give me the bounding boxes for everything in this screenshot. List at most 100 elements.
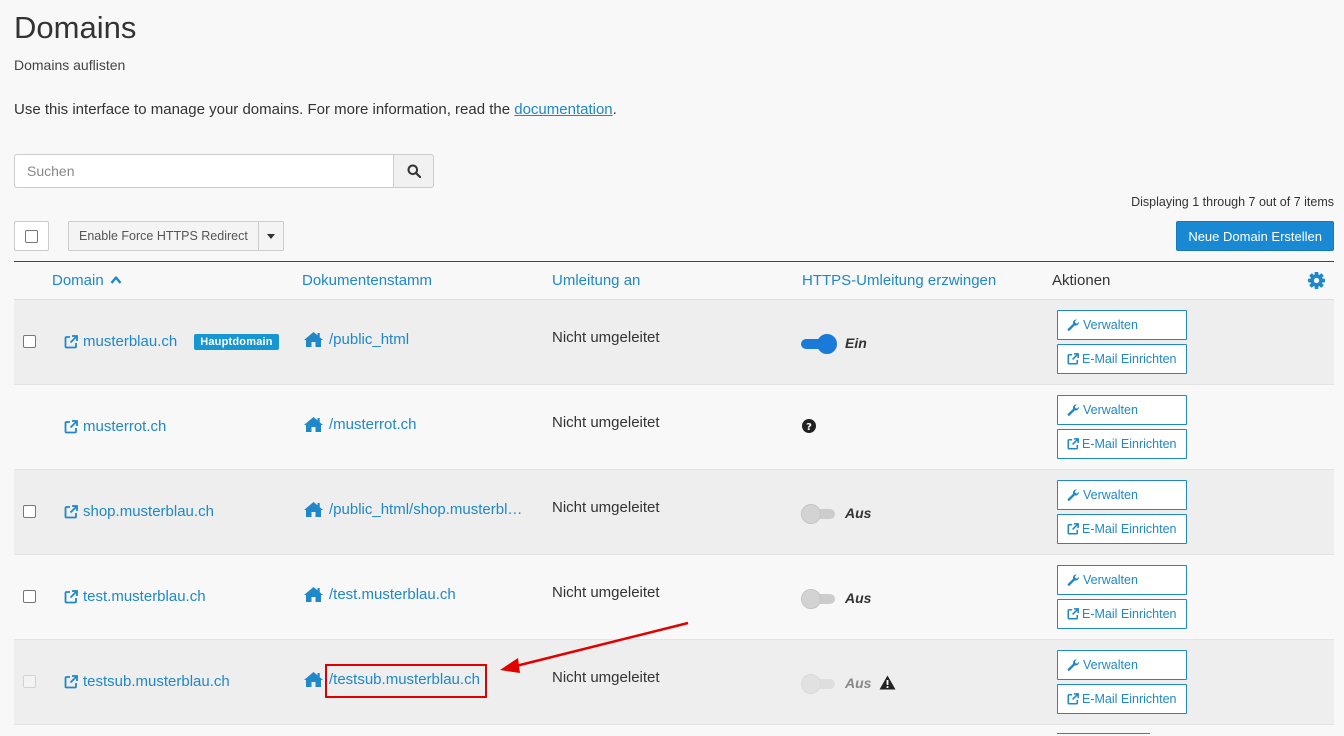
column-header-https[interactable]: HTTPS-Umleitung erzwingen bbox=[802, 272, 996, 289]
column-header-redirect[interactable]: Umleitung an bbox=[552, 272, 640, 289]
table-header: Domain Dokumentenstamm Umleitung an HTTP… bbox=[14, 262, 1334, 300]
row-checkbox[interactable] bbox=[23, 335, 36, 352]
domain-name: test.musterblau.ch bbox=[83, 588, 206, 605]
create-domain-button[interactable]: Neue Domain Erstellen bbox=[1176, 221, 1334, 251]
manage-button[interactable]: Verwalten bbox=[1057, 565, 1188, 595]
manage-label: Verwalten bbox=[1083, 403, 1138, 417]
domain-link[interactable]: musterblau.ch Hauptdomain bbox=[64, 333, 279, 350]
column-header-docroot[interactable]: Dokumentenstamm bbox=[302, 272, 432, 289]
manage-label: Verwalten bbox=[1083, 658, 1138, 672]
wrench-icon bbox=[1067, 488, 1080, 501]
select-all-check[interactable] bbox=[25, 229, 38, 243]
external-link-icon bbox=[64, 419, 78, 433]
row-checkbox bbox=[23, 675, 36, 692]
domain-link[interactable]: test.musterblau.ch bbox=[64, 588, 206, 605]
intro-text-end: . bbox=[612, 101, 617, 118]
home-icon bbox=[304, 672, 323, 687]
search-bar bbox=[14, 154, 434, 188]
manage-label: Verwalten bbox=[1083, 318, 1138, 332]
docroot-path: /musterrot.ch bbox=[329, 416, 417, 433]
redirect-status: Nicht umgeleitet bbox=[552, 329, 660, 346]
row-check[interactable] bbox=[23, 590, 36, 603]
row-checkbox[interactable] bbox=[23, 505, 36, 522]
external-link-icon bbox=[64, 674, 78, 688]
https-redirect-state: Aus bbox=[845, 504, 872, 521]
row-check[interactable] bbox=[23, 505, 36, 518]
https-redirect-cell: ? bbox=[802, 419, 816, 433]
manage-button[interactable]: Verwalten bbox=[1057, 395, 1188, 425]
search-input[interactable] bbox=[14, 154, 394, 188]
home-icon bbox=[304, 332, 323, 347]
manage-button[interactable]: Verwalten bbox=[1057, 310, 1188, 340]
https-redirect-toggle[interactable] bbox=[801, 504, 837, 524]
domain-name: shop.musterblau.ch bbox=[83, 503, 214, 520]
manage-button[interactable]: Verwalten bbox=[1057, 650, 1188, 680]
search-icon bbox=[407, 164, 421, 178]
https-redirect-cell: Aus bbox=[801, 589, 871, 609]
email-setup-button[interactable]: E-Mail Einrichten bbox=[1057, 514, 1188, 544]
docroot-link[interactable]: /test.musterblau.ch bbox=[303, 586, 456, 603]
docroot-link[interactable]: /musterrot.ch bbox=[303, 416, 417, 433]
wrench-icon bbox=[1067, 573, 1080, 586]
column-header-domain-label: Domain bbox=[52, 272, 104, 289]
wrench-icon bbox=[1067, 658, 1080, 671]
select-all-checkbox[interactable] bbox=[14, 221, 49, 251]
email-setup-button[interactable]: E-Mail Einrichten bbox=[1057, 429, 1188, 459]
table-row: musterblau.ch Hauptdomain /public_html N… bbox=[14, 300, 1334, 385]
email-setup-label: E-Mail Einrichten bbox=[1082, 522, 1177, 536]
https-redirect-toggle[interactable] bbox=[801, 334, 837, 354]
https-redirect-toggle[interactable] bbox=[801, 589, 837, 609]
force-https-button[interactable]: Enable Force HTTPS Redirect bbox=[69, 222, 259, 250]
svg-text:?: ? bbox=[806, 422, 812, 433]
manage-label: Verwalten bbox=[1083, 488, 1138, 502]
domain-link[interactable]: musterrot.ch bbox=[64, 418, 166, 435]
redirect-status: Nicht umgeleitet bbox=[552, 584, 660, 601]
row-check[interactable] bbox=[23, 335, 36, 348]
docroot-link[interactable]: /public_html/shop.musterbl… bbox=[303, 501, 522, 518]
intro-text-body: Use this interface to manage your domain… bbox=[14, 101, 515, 118]
table-row: musterrot.ch /musterrot.ch Nicht umgelei… bbox=[14, 385, 1334, 470]
domain-name: musterblau.ch bbox=[83, 333, 178, 350]
email-setup-button[interactable]: E-Mail Einrichten bbox=[1057, 599, 1188, 629]
domain-link[interactable]: testsub.musterblau.ch bbox=[64, 673, 230, 690]
sort-up-icon bbox=[110, 276, 122, 284]
table-row: test.musterblau.ch /test.musterblau.ch N… bbox=[14, 555, 1334, 640]
gear-icon bbox=[1307, 271, 1326, 290]
manage-button[interactable]: Verwalten bbox=[1057, 480, 1188, 510]
docroot-path: /public_html bbox=[329, 331, 410, 348]
docroot-path: /test.musterblau.ch bbox=[329, 586, 456, 603]
home-icon bbox=[304, 502, 323, 517]
force-https-dropdown-toggle[interactable] bbox=[259, 222, 283, 250]
item-count: Displaying 1 through 7 out of 7 items bbox=[1131, 195, 1334, 209]
email-setup-button[interactable]: E-Mail Einrichten bbox=[1057, 684, 1188, 714]
external-link-icon bbox=[64, 334, 78, 348]
email-setup-label: E-Mail Einrichten bbox=[1082, 437, 1177, 451]
row-actions: Verwalten E-Mail Einrichten bbox=[1057, 565, 1188, 633]
https-redirect-cell: Aus bbox=[801, 504, 872, 524]
https-redirect-toggle bbox=[801, 674, 837, 694]
external-link-icon bbox=[1067, 438, 1079, 450]
search-button[interactable] bbox=[394, 154, 434, 188]
external-link-icon bbox=[1067, 693, 1079, 705]
docroot-link[interactable]: /testsub.musterblau.ch bbox=[303, 671, 480, 688]
row-actions: Verwalten E-Mail Einrichten bbox=[1057, 480, 1188, 548]
home-icon bbox=[304, 587, 323, 602]
docroot-link[interactable]: /public_html bbox=[303, 331, 409, 348]
question-circle-icon[interactable]: ? bbox=[802, 419, 816, 433]
warning-icon[interactable] bbox=[879, 675, 896, 690]
row-actions: Verwalten E-Mail Einrichten bbox=[1057, 650, 1188, 718]
row-checkbox[interactable] bbox=[23, 590, 36, 607]
table-row: testsub.musterblau.ch /testsub.musterbla… bbox=[14, 640, 1334, 725]
home-icon bbox=[304, 417, 323, 432]
documentation-link[interactable]: documentation bbox=[514, 101, 612, 118]
row-actions: Verwalten E-Mail Einrichten bbox=[1057, 310, 1188, 378]
column-header-domain[interactable]: Domain bbox=[52, 272, 122, 289]
external-link-icon bbox=[64, 504, 78, 518]
column-settings-button[interactable] bbox=[1307, 271, 1326, 295]
https-redirect-cell: Ein bbox=[801, 334, 867, 354]
page-subtitle: Domains auflisten bbox=[14, 57, 126, 73]
email-setup-button[interactable]: E-Mail Einrichten bbox=[1057, 344, 1188, 374]
redirect-status: Nicht umgeleitet bbox=[552, 414, 660, 431]
domain-link[interactable]: shop.musterblau.ch bbox=[64, 503, 214, 520]
force-https-button-group: Enable Force HTTPS Redirect bbox=[68, 221, 284, 251]
